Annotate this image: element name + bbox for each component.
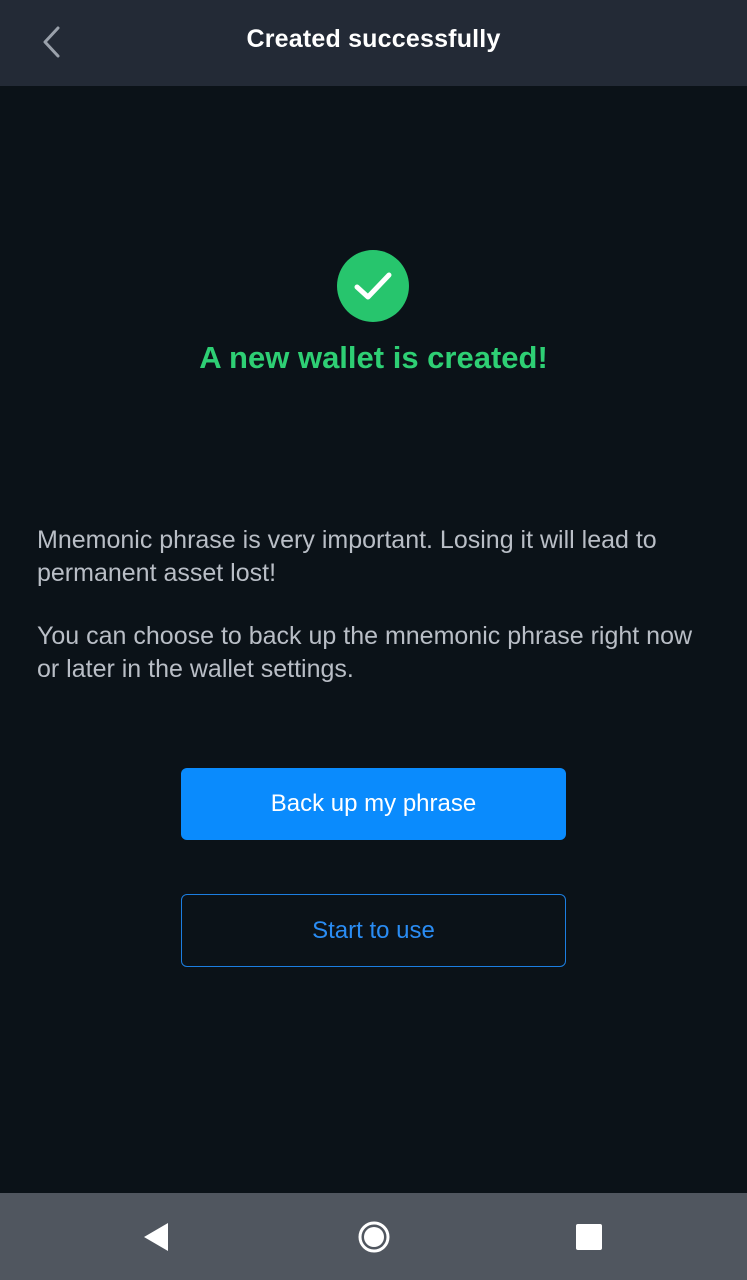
page-title: Created successfully xyxy=(246,25,501,53)
check-circle-icon xyxy=(337,250,409,322)
triangle-back-icon xyxy=(144,1223,168,1251)
circle-home-icon xyxy=(358,1221,390,1253)
square-recents-icon xyxy=(576,1224,602,1250)
system-navigation-bar xyxy=(0,1193,747,1280)
app-header: Created successfully xyxy=(0,0,747,86)
backup-info-text: You can choose to back up the mnemonic p… xyxy=(37,622,693,683)
backup-phrase-button[interactable]: Back up my phrase xyxy=(181,768,566,840)
system-home-button[interactable] xyxy=(348,1211,400,1263)
success-heading: A new wallet is created! xyxy=(199,340,548,375)
system-back-button[interactable] xyxy=(130,1211,182,1263)
mnemonic-warning-text: Mnemonic phrase is very important. Losin… xyxy=(37,526,657,587)
start-to-use-button[interactable]: Start to use xyxy=(181,894,566,967)
wallet-created-screen: Created successfully A new wallet is cre… xyxy=(0,0,747,1280)
system-recents-button[interactable] xyxy=(563,1211,615,1263)
